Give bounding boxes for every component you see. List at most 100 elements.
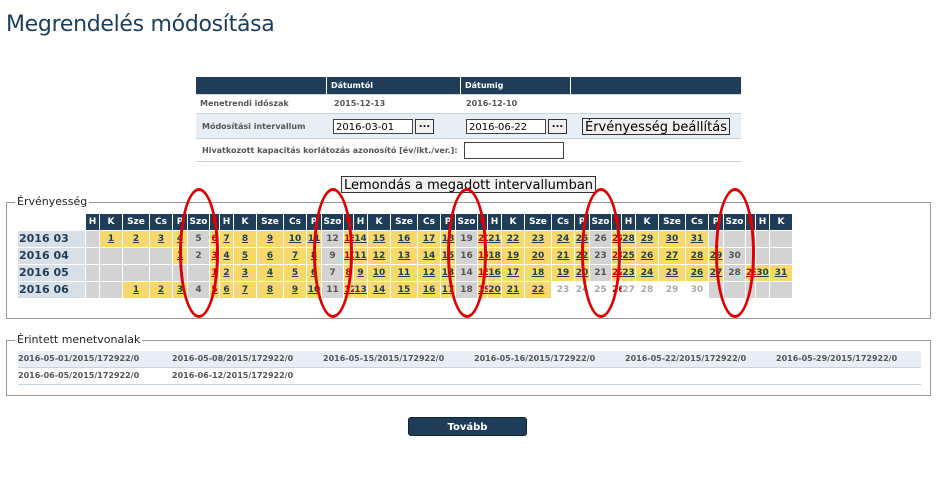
day-selectable[interactable]: 22 bbox=[502, 231, 524, 247]
route-id: 2016-05-22/2015/172922/0 bbox=[625, 354, 747, 363]
schedule-period-row: Menetrendi időszak 2015-12-13 2016-12-10 bbox=[196, 95, 741, 114]
day-selectable[interactable]: 21 bbox=[502, 282, 524, 298]
day-selectable[interactable]: 14 bbox=[418, 248, 440, 264]
day-selectable[interactable]: 11 bbox=[354, 248, 367, 264]
day-selectable[interactable]: 29 bbox=[636, 231, 658, 247]
day-selectable[interactable]: 2 bbox=[123, 231, 149, 247]
day-selectable[interactable]: 22 bbox=[525, 282, 551, 298]
saturday-ring bbox=[580, 188, 621, 318]
day-selectable[interactable]: 20 bbox=[488, 282, 501, 298]
calendar-cell-empty bbox=[86, 282, 99, 298]
weekday-header: H bbox=[756, 214, 769, 230]
month-label: 2016 05 bbox=[18, 265, 85, 281]
day-selectable[interactable]: 2 bbox=[220, 265, 233, 281]
weekday-header: Cs bbox=[150, 214, 172, 230]
day-selectable[interactable]: 6 bbox=[257, 248, 283, 264]
day-selectable[interactable]: 23 bbox=[525, 231, 551, 247]
weekday-header: H bbox=[622, 214, 635, 230]
weekday-header: Sze bbox=[257, 214, 283, 230]
weekday-header: Sze bbox=[391, 214, 417, 230]
day-selectable[interactable]: 10 bbox=[368, 265, 390, 281]
day-selectable[interactable]: 18 bbox=[488, 248, 501, 264]
date-to-input[interactable]: 2016-06-22 bbox=[466, 118, 546, 134]
day-selectable[interactable]: 12 bbox=[418, 265, 440, 281]
day-selectable[interactable]: 12 bbox=[368, 248, 390, 264]
day-selectable[interactable]: 13 bbox=[354, 282, 367, 298]
day-selectable[interactable]: 23 bbox=[622, 265, 635, 281]
validity-calendar: H K Sze Cs P Szo V H K Sze Cs P Szo V H K Sze Cs P Szo V H K Sz… bbox=[18, 214, 793, 299]
day-selectable[interactable]: 9 bbox=[284, 282, 306, 298]
day-selectable[interactable]: 11 bbox=[391, 265, 417, 281]
day-selectable[interactable]: 13 bbox=[391, 248, 417, 264]
day-selectable[interactable]: 9 bbox=[257, 231, 283, 247]
day-unavailable: 23 bbox=[552, 282, 574, 298]
date-from-input[interactable]: 2016-03-01 bbox=[333, 118, 413, 134]
day-selectable[interactable]: 15 bbox=[391, 282, 417, 298]
day-selectable[interactable]: 25 bbox=[622, 248, 635, 264]
month-row: 2016 05 1 2 3 4 5 6 7 8 9 10 11 12 13 14 15 16 17 18 19 20 21… bbox=[18, 265, 793, 282]
calendar-cell-empty bbox=[150, 265, 172, 281]
day-selectable[interactable]: 8 bbox=[257, 282, 283, 298]
date-from-picker-button[interactable]: ... bbox=[415, 118, 434, 134]
day-selectable[interactable]: 10 bbox=[284, 231, 306, 247]
day-selectable[interactable]: 17 bbox=[418, 231, 440, 247]
next-button[interactable]: Tovább bbox=[408, 417, 527, 436]
calendar-cell-empty bbox=[756, 282, 769, 298]
day-selectable[interactable]: 14 bbox=[368, 282, 390, 298]
day-selectable[interactable]: 30 bbox=[659, 231, 685, 247]
day-selectable[interactable]: 18 bbox=[525, 265, 551, 281]
day-selectable[interactable]: 19 bbox=[502, 248, 524, 264]
day-selectable[interactable]: 9 bbox=[354, 265, 367, 281]
day-selectable[interactable]: 24 bbox=[636, 265, 658, 281]
day-selectable[interactable]: 15 bbox=[368, 231, 390, 247]
set-validity-button[interactable]: Érvényesség beállítás bbox=[582, 117, 730, 135]
day-selectable[interactable]: 16 bbox=[418, 282, 440, 298]
day-selectable[interactable]: 21 bbox=[488, 231, 501, 247]
day-selectable[interactable]: 2 bbox=[150, 282, 172, 298]
schedule-period-to: 2016-12-10 bbox=[466, 99, 518, 108]
route-id: 2016-05-16/2015/172922/0 bbox=[474, 354, 596, 363]
day-selectable[interactable]: 30 bbox=[756, 265, 769, 281]
calendar-cell-empty bbox=[100, 282, 122, 298]
day-selectable[interactable]: 27 bbox=[659, 248, 685, 264]
day-selectable[interactable]: 31 bbox=[686, 231, 708, 247]
day-selectable[interactable]: 16 bbox=[391, 231, 417, 247]
day-selectable[interactable]: 1 bbox=[100, 231, 122, 247]
day-selectable[interactable]: 20 bbox=[525, 248, 551, 264]
day-selectable[interactable]: 16 bbox=[488, 265, 501, 281]
weekday-header: Sze bbox=[525, 214, 551, 230]
day-selectable[interactable]: 25 bbox=[659, 265, 685, 281]
calendar-cell-empty bbox=[150, 248, 172, 264]
month-row: 2016 03 1 2 3 4 5 6 7 8 9 10 11 12 13 14 15 16 17 18 19 20 21… bbox=[18, 231, 793, 248]
day-selectable[interactable]: 3 bbox=[234, 265, 256, 281]
day-unavailable: 30 bbox=[686, 282, 708, 298]
day-selectable[interactable]: 1 bbox=[123, 282, 149, 298]
day-selectable[interactable]: 5 bbox=[234, 248, 256, 264]
day-selectable[interactable]: 4 bbox=[220, 248, 233, 264]
day-selectable[interactable]: 28 bbox=[622, 231, 635, 247]
day-selectable[interactable]: 31 bbox=[770, 265, 792, 281]
day-selectable[interactable]: 5 bbox=[284, 265, 306, 281]
day-selectable[interactable]: 24 bbox=[552, 231, 574, 247]
day-unavailable: 29 bbox=[659, 282, 685, 298]
day-selectable[interactable]: 28 bbox=[686, 248, 708, 264]
day-selectable[interactable]: 26 bbox=[636, 248, 658, 264]
day-selectable[interactable]: 7 bbox=[284, 248, 306, 264]
capacity-limit-input[interactable] bbox=[464, 141, 564, 159]
day-selectable[interactable]: 4 bbox=[257, 265, 283, 281]
day-selectable[interactable]: 3 bbox=[150, 231, 172, 247]
col-to-header: Dátumig bbox=[460, 77, 570, 94]
day-selectable[interactable]: 21 bbox=[552, 248, 574, 264]
day-selectable[interactable]: 17 bbox=[502, 265, 524, 281]
day-selectable[interactable]: 14 bbox=[354, 231, 367, 247]
calendar-cell-empty bbox=[770, 282, 792, 298]
month-label: 2016 06 bbox=[18, 282, 85, 298]
weekday-header: Cs bbox=[418, 214, 440, 230]
day-selectable[interactable]: 7 bbox=[220, 231, 233, 247]
day-selectable[interactable]: 19 bbox=[552, 265, 574, 281]
day-selectable[interactable]: 7 bbox=[234, 282, 256, 298]
day-selectable[interactable]: 26 bbox=[686, 265, 708, 281]
day-selectable[interactable]: 6 bbox=[220, 282, 233, 298]
date-to-picker-button[interactable]: ... bbox=[548, 118, 567, 134]
day-selectable[interactable]: 8 bbox=[234, 231, 256, 247]
